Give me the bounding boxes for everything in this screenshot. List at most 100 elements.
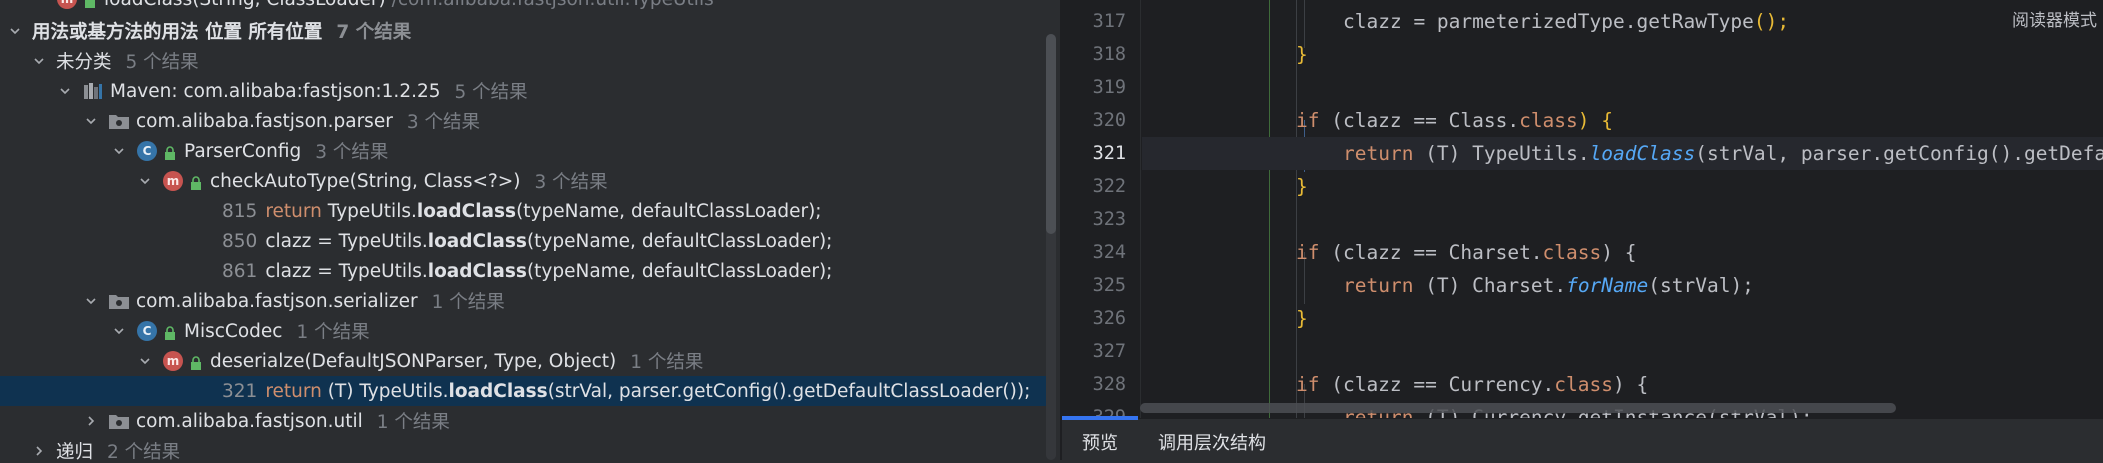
code-line-325[interactable]: return (T) Charset.forName(strVal); — [1142, 269, 2103, 302]
chevron-down-icon[interactable] — [82, 292, 100, 310]
package-parser-label: com.alibaba.fastjson.parser — [136, 110, 393, 132]
library-icon — [82, 80, 104, 102]
tree-row-class-parserconfig[interactable]: C ParserConfig 3 个结果 — [0, 136, 1046, 166]
usage-code-post: (typeName, defaultClassLoader); — [516, 200, 822, 222]
line-number: 320 — [1092, 110, 1126, 131]
code-line-321-current[interactable]: return (T) TypeUtils.loadClass(strVal, p… — [1142, 137, 2103, 170]
code-area[interactable]: clazz = parmeterizedType.getRawType(); }… — [1142, 0, 2103, 418]
recursion-label: 递归 — [56, 442, 94, 460]
code-line-317[interactable]: clazz = parmeterizedType.getRawType(); — [1142, 5, 2103, 38]
usages-scrollbar-thumb[interactable] — [1046, 34, 1056, 234]
chevron-down-icon[interactable] — [30, 52, 48, 70]
tree-row-maven-library[interactable]: Maven: com.alibaba:fastjson:1.2.25 5 个结果 — [0, 76, 1046, 106]
lock-icon — [84, 0, 96, 8]
package-serializer-count: 1 个结果 — [431, 292, 505, 313]
code-keyword: return — [1343, 142, 1414, 165]
lock-icon — [190, 354, 202, 370]
line-number: 319 — [1092, 77, 1126, 98]
code-editor[interactable]: 317 318 319 320 321 322 323 324 325 326 … — [1062, 0, 2103, 418]
chevron-right-icon[interactable] — [30, 442, 48, 460]
chevron-down-icon[interactable] — [136, 352, 154, 370]
method-checkautotype-label: checkAutoType(String, Class<?>) — [210, 170, 521, 192]
class-icon: C — [136, 320, 158, 342]
usages-panel: m loadClass(String, ClassLoader) /com.al… — [0, 0, 1060, 460]
usage-keyword: return — [265, 200, 322, 222]
line-number: 326 — [1092, 308, 1126, 329]
usage-code-post: (strVal, parser.getConfig().getDefaultCl… — [547, 380, 1031, 402]
tree-row-method-deserialze[interactable]: m deserialze(DefaultJSONParser, Type, Ob… — [0, 346, 1046, 376]
code-text: (T) Charset. — [1413, 274, 1567, 297]
unclassified-label: 未分类 — [56, 52, 112, 73]
code-line-323[interactable] — [1142, 203, 2103, 236]
method-deserialze-count: 1 个结果 — [630, 352, 704, 373]
code-keyword: class — [1542, 241, 1602, 264]
code-line-327[interactable] — [1142, 335, 2103, 368]
editor-horizontal-scrollbar[interactable] — [1140, 403, 1896, 413]
usage-row-321-selected[interactable]: 321 return (T) TypeUtils. loadClass (str… — [0, 376, 1046, 406]
usages-header-label: 用法或基方法的用法 位置 所有位置 — [32, 22, 323, 43]
line-number-current: 321 — [1092, 143, 1126, 164]
tree-row-package-serializer[interactable]: com.alibaba.fastjson.serializer 1 个结果 — [0, 286, 1046, 316]
tree-row-usages-header[interactable]: 用法或基方法的用法 位置 所有位置 7 个结果 — [0, 16, 1046, 46]
line-number: 318 — [1092, 44, 1126, 65]
line-number-gutter: 317 318 319 320 321 322 323 324 325 326 … — [1062, 0, 1140, 418]
usage-code-post: (typeName, defaultClassLoader); — [526, 230, 833, 252]
reader-mode-button[interactable]: 阅读器模式 — [2006, 4, 2103, 33]
code-line-320[interactable]: if (clazz == Class.class) { — [1142, 104, 2103, 137]
chevron-down-icon[interactable] — [110, 142, 128, 160]
chevron-right-icon[interactable] — [82, 412, 100, 430]
code-line-328[interactable]: if (clazz == Currency.class) { — [1142, 368, 2103, 401]
code-keyword: if — [1296, 373, 1320, 396]
code-text: (T) TypeUtils. — [1413, 142, 1590, 165]
code-text: (clazz == Currency. — [1319, 373, 1555, 396]
method-icon: m — [56, 0, 78, 10]
lock-icon — [190, 174, 202, 190]
usage-line-number: 321 — [222, 380, 258, 402]
usage-method-name: loadClass — [427, 260, 527, 282]
usage-row-861[interactable]: 861 clazz = TypeUtils. loadClass (typeNa… — [0, 256, 1046, 286]
tree-row-class-misccodec[interactable]: C MiscCodec 1 个结果 — [0, 316, 1046, 346]
code-keyword: class — [1519, 109, 1578, 132]
method-icon: m — [162, 170, 184, 192]
package-icon — [108, 110, 130, 132]
tab-call-hierarchy[interactable]: 调用层次结构 — [1158, 429, 1266, 463]
code-text: ) { — [1601, 241, 1637, 264]
chevron-down-icon[interactable] — [56, 82, 74, 100]
method-checkautotype-count: 3 个结果 — [534, 172, 608, 193]
chevron-down-icon[interactable] — [6, 22, 24, 40]
usage-row-850[interactable]: 850 clazz = TypeUtils. loadClass (typeNa… — [0, 226, 1046, 256]
chevron-down-icon[interactable] — [82, 112, 100, 130]
usage-line-number: 850 — [222, 230, 258, 252]
class-misccodec-label: MiscCodec — [184, 320, 283, 342]
usage-code-pre: TypeUtils. — [321, 200, 417, 222]
unclassified-count: 5 个结果 — [125, 52, 199, 73]
code-line-324[interactable]: if (clazz == Charset.class) { — [1142, 236, 2103, 269]
code-line-318[interactable]: } — [1142, 38, 2103, 71]
tree-row-target-method[interactable]: m loadClass(String, ClassLoader) /com.al… — [0, 0, 1046, 14]
tree-row-method-checkautotype[interactable]: m checkAutoType(String, Class<?>) 3 个结果 — [0, 166, 1046, 196]
usage-row-815[interactable]: 815 return TypeUtils. loadClass (typeNam… — [0, 196, 1046, 226]
method-deserialze-label: deserialze(DefaultJSONParser, Type, Obje… — [210, 350, 617, 372]
code-line-319[interactable] — [1142, 71, 2103, 104]
target-method-label: loadClass(String, ClassLoader) — [104, 0, 386, 10]
code-text: (clazz == Charset. — [1319, 241, 1543, 264]
tree-row-recursion[interactable]: 递归 2 个结果 — [0, 436, 1046, 460]
usage-code-pre: (T) TypeUtils. — [321, 380, 449, 402]
lock-icon — [164, 324, 176, 340]
code-text: clazz = parmeterizedType.getRawType — [1343, 10, 1754, 33]
code-method-call: forName — [1566, 274, 1649, 297]
lock-icon — [164, 144, 176, 160]
tree-row-package-util[interactable]: com.alibaba.fastjson.util 1 个结果 — [0, 406, 1046, 436]
tree-row-package-parser[interactable]: com.alibaba.fastjson.parser 3 个结果 — [0, 106, 1046, 136]
usage-code-post: (typeName, defaultClassLoader); — [526, 260, 833, 282]
chevron-down-icon[interactable] — [110, 322, 128, 340]
class-parserconfig-count: 3 个结果 — [315, 142, 389, 163]
code-line-326[interactable]: } — [1142, 302, 2103, 335]
line-number: 322 — [1092, 176, 1126, 197]
code-line-322[interactable]: } — [1142, 170, 2103, 203]
tree-row-unclassified[interactable]: 未分类 5 个结果 — [0, 46, 1046, 76]
code-keyword: if — [1296, 109, 1320, 132]
tab-preview[interactable]: 预览 — [1082, 429, 1118, 463]
package-icon — [108, 410, 130, 432]
chevron-down-icon[interactable] — [136, 172, 154, 190]
